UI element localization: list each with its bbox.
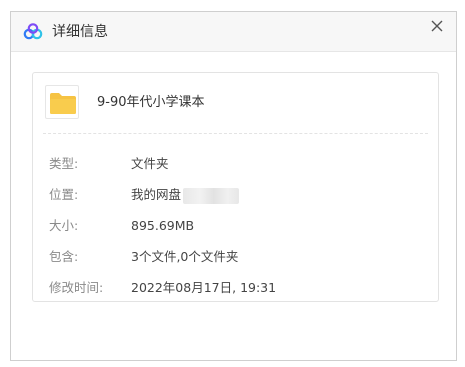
divider	[43, 133, 428, 134]
folder-icon	[50, 93, 76, 114]
folder-thumbnail	[45, 85, 79, 119]
close-icon	[431, 20, 443, 32]
app-logo-icon	[23, 23, 43, 40]
detail-label: 修改时间:	[49, 280, 104, 295]
blurred-path	[183, 187, 240, 204]
file-name: 9-90年代小学课本	[97, 95, 205, 110]
detail-value[interactable]: 我的网盘	[131, 187, 181, 202]
detail-value: 895.69MB	[131, 218, 195, 233]
details-card: 9-90年代小学课本 类型: 文件夹 位置: 我的网盘 大小: 895.69MB…	[32, 72, 439, 302]
detail-value: 3个文件,0个文件夹	[131, 249, 239, 264]
detail-value: 2022年08月17日, 19:31	[131, 280, 277, 295]
details-dialog: 详细信息 9-90年代小学课本 类型: 文件夹 位置: 我的网盘 大小: 895…	[10, 11, 457, 361]
detail-value-wrap: 我的网盘	[131, 186, 240, 204]
detail-label: 类型:	[49, 156, 79, 171]
detail-value: 文件夹	[131, 156, 169, 171]
detail-label: 包含:	[49, 249, 79, 264]
dialog-title: 详细信息	[52, 24, 108, 40]
detail-label: 大小:	[49, 218, 79, 233]
close-button[interactable]	[428, 17, 446, 35]
dialog-titlebar: 详细信息	[11, 12, 456, 52]
detail-label: 位置:	[49, 187, 79, 202]
